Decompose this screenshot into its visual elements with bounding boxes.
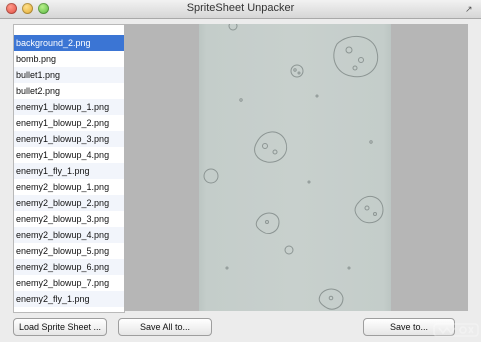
save-all-button[interactable]: Save All to... (118, 318, 212, 336)
asteroid-6 (290, 64, 304, 78)
list-item[interactable]: bomb.png (14, 51, 124, 67)
file-list[interactable]: background_2.png bomb.png bullet1.png bu… (13, 24, 125, 313)
list-item[interactable]: enemy2_blowup_5.png (14, 243, 124, 259)
list-item[interactable]: enemy1_blowup_2.png (14, 115, 124, 131)
list-item[interactable]: enemy2_blowup_6.png (14, 259, 124, 275)
window-title: SpriteSheet Unpacker (186, 2, 295, 14)
asteroid-background-art (203, 24, 384, 310)
list-item[interactable]: enemy1_fly_1.png (14, 163, 124, 179)
asteroid-1 (333, 36, 379, 78)
file-list-items: background_2.png bomb.png bullet1.png bu… (14, 35, 124, 307)
sprite-image (199, 24, 391, 311)
list-item[interactable]: enemy1_blowup_4.png (14, 147, 124, 163)
list-item[interactable]: enemy1_blowup_1.png (14, 99, 124, 115)
asteroid-4 (255, 212, 280, 235)
asteroid-2 (254, 131, 287, 163)
list-item[interactable]: enemy2_blowup_1.png (14, 179, 124, 195)
sprite-preview-pane (124, 24, 468, 311)
watermark-logo (433, 323, 479, 337)
list-item[interactable]: enemy2_blowup_4.png (14, 227, 124, 243)
fullscreen-icon[interactable]: ↗ (465, 4, 475, 14)
asteroid-3 (354, 195, 384, 224)
load-sprite-sheet-button[interactable]: Load Sprite Sheet ... (13, 318, 107, 336)
list-item[interactable]: bullet1.png (14, 67, 124, 83)
title-bar: SpriteSheet Unpacker ↗ (0, 0, 481, 19)
app-window: SpriteSheet Unpacker ↗ background_2.png … (0, 0, 481, 342)
asteroid-5 (318, 288, 344, 310)
list-item[interactable]: bullet2.png (14, 83, 124, 99)
list-item[interactable]: background_2.png (14, 35, 124, 51)
list-item[interactable]: enemy2_blowup_3.png (14, 211, 124, 227)
list-item[interactable]: enemy2_blowup_7.png (14, 275, 124, 291)
list-item[interactable]: enemy1_blowup_3.png (14, 131, 124, 147)
list-header (14, 25, 124, 35)
list-item[interactable]: enemy2_blowup_2.png (14, 195, 124, 211)
list-item[interactable]: enemy2_fly_1.png (14, 291, 124, 307)
